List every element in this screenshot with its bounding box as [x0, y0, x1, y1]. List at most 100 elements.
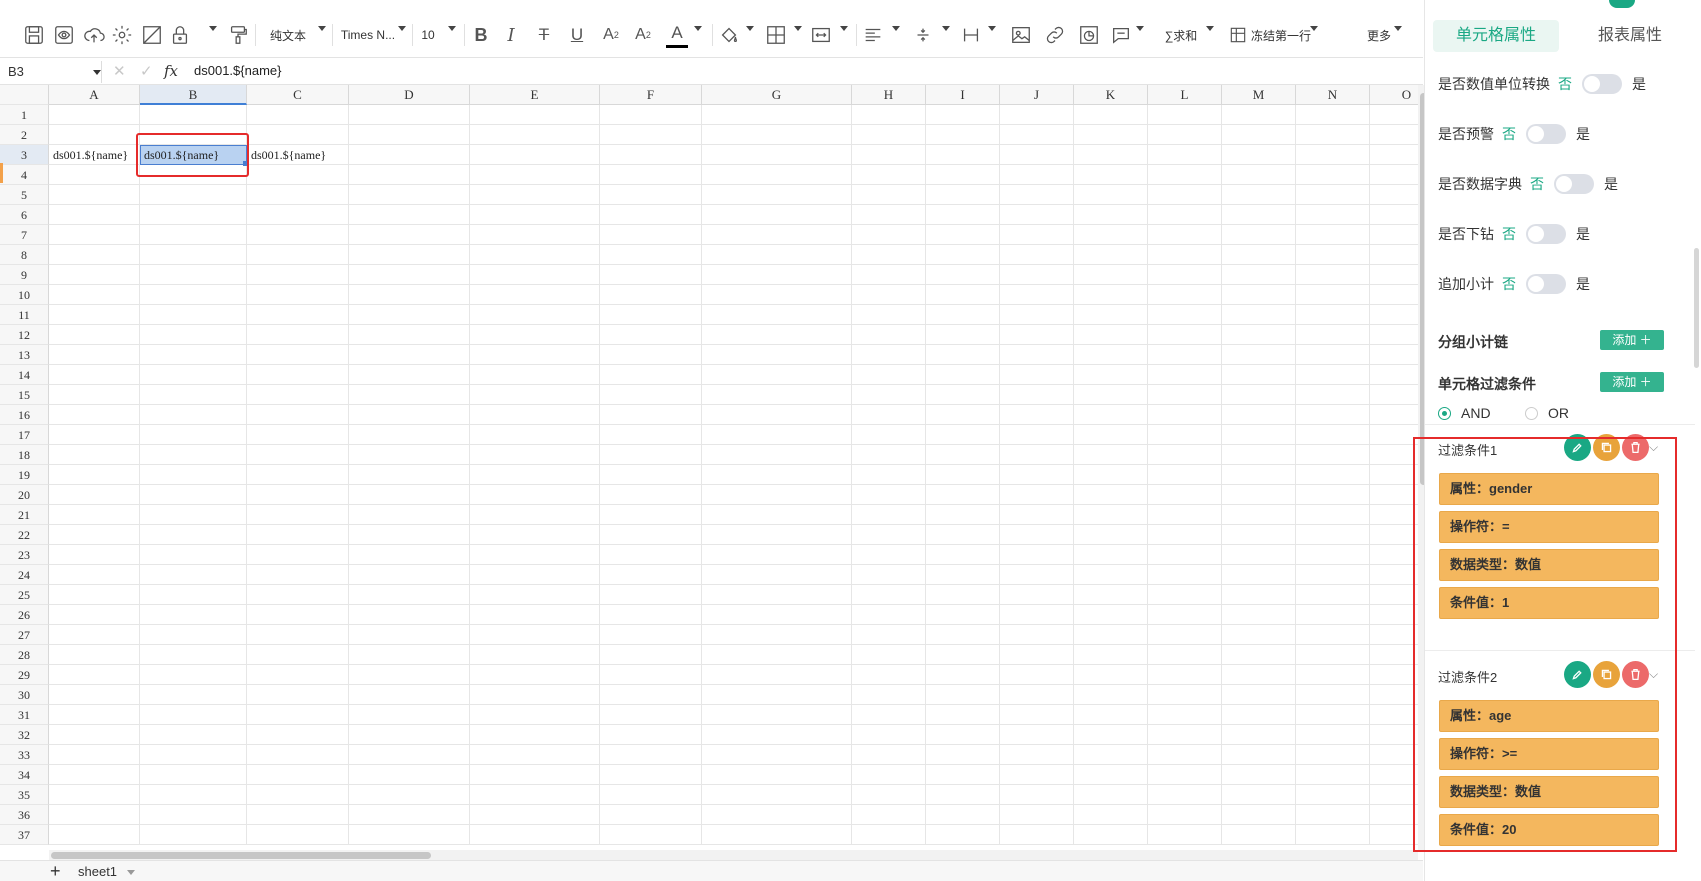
chevron-down-icon[interactable] [988, 26, 996, 31]
select-all-corner[interactable] [0, 85, 49, 105]
chevron-down-icon[interactable] [1394, 26, 1402, 31]
column-header[interactable]: D [349, 85, 470, 105]
row-header[interactable]: 7 [0, 225, 49, 245]
format-painter-icon[interactable] [226, 20, 250, 50]
row-header[interactable]: 32 [0, 725, 49, 745]
italic-icon[interactable]: I [500, 20, 522, 50]
chevron-down-icon[interactable] [694, 26, 702, 31]
row-header[interactable]: 26 [0, 605, 49, 625]
column-header[interactable]: N [1296, 85, 1370, 105]
comment-icon[interactable] [1110, 20, 1132, 50]
font-name-select[interactable]: Times N... [338, 20, 398, 50]
row-header[interactable]: 21 [0, 505, 49, 525]
link-icon[interactable] [1044, 20, 1066, 50]
chevron-down-icon[interactable] [127, 870, 135, 875]
column-header[interactable]: K [1074, 85, 1148, 105]
column-header[interactable]: C [247, 85, 349, 105]
dictionary-toggle[interactable] [1554, 174, 1594, 194]
text-wrap-icon[interactable] [960, 20, 982, 50]
row-header[interactable]: 24 [0, 565, 49, 585]
warning-toggle[interactable] [1526, 124, 1566, 144]
row-header[interactable]: 9 [0, 265, 49, 285]
add-filter-condition-button[interactable]: 添加 ＋ [1600, 372, 1664, 392]
row-header[interactable]: 35 [0, 785, 49, 805]
gear-icon[interactable] [110, 20, 134, 50]
logic-or-radio[interactable]: OR [1525, 405, 1569, 421]
column-header[interactable]: F [600, 85, 702, 105]
name-box[interactable]: B3 [4, 61, 102, 83]
row-header[interactable]: 3 [0, 145, 49, 165]
save-icon[interactable] [22, 20, 46, 50]
row-header[interactable]: 27 [0, 625, 49, 645]
bold-icon[interactable]: B [470, 20, 492, 50]
superscript-icon[interactable]: A2 [632, 20, 654, 50]
row-header[interactable]: 31 [0, 705, 49, 725]
cancel-icon[interactable]: ✕ [113, 62, 126, 80]
add-sheet-button[interactable]: + [50, 861, 61, 881]
subscript-icon[interactable]: A2 [600, 20, 622, 50]
fx-icon[interactable]: fx [164, 62, 178, 80]
preview-icon[interactable] [52, 20, 76, 50]
radio-dot[interactable] [1525, 406, 1538, 420]
upload-cloud-icon[interactable] [82, 20, 106, 50]
column-header[interactable]: A [49, 85, 140, 105]
row-header[interactable]: 1 [0, 105, 49, 125]
row-header[interactable]: 36 [0, 805, 49, 825]
row-header[interactable]: 13 [0, 345, 49, 365]
merge-cells-icon[interactable] [810, 20, 832, 50]
sheet-tab[interactable]: sheet1 [70, 861, 125, 881]
row-header[interactable]: 29 [0, 665, 49, 685]
row-header[interactable]: 8 [0, 245, 49, 265]
row-header[interactable]: 12 [0, 325, 49, 345]
row-header[interactable]: 14 [0, 365, 49, 385]
chevron-down-icon[interactable] [209, 26, 217, 31]
row-header[interactable]: 2 [0, 125, 49, 145]
column-header[interactable]: B [140, 85, 247, 105]
freeze-first-row-button[interactable]: 冻结第一行 [1250, 20, 1312, 50]
chevron-down-icon[interactable] [746, 26, 754, 31]
row-header[interactable]: 19 [0, 465, 49, 485]
row-header[interactable]: 33 [0, 745, 49, 765]
row-header[interactable]: 17 [0, 425, 49, 445]
chart-icon[interactable] [1078, 20, 1100, 50]
chevron-down-icon[interactable] [448, 26, 456, 31]
sum-button[interactable]: ∑求和 [1158, 20, 1204, 50]
clear-format-icon[interactable] [140, 20, 164, 50]
row-header[interactable]: 22 [0, 525, 49, 545]
chevron-down-icon[interactable] [840, 26, 848, 31]
spreadsheet-grid[interactable]: A B C D E F G H I J K L M N O 1 2 3 4 5 6 7 8 9 10 11 12 13 14 15 16 17… [0, 85, 1423, 850]
row-header[interactable]: 28 [0, 645, 49, 665]
column-header[interactable]: M [1222, 85, 1296, 105]
chevron-down-icon[interactable] [1310, 26, 1318, 31]
chevron-down-icon[interactable] [794, 26, 802, 31]
drilldown-toggle[interactable] [1526, 224, 1566, 244]
logic-and-radio[interactable]: AND [1438, 405, 1491, 421]
subtotal-toggle[interactable] [1526, 274, 1566, 294]
row-header[interactable]: 20 [0, 485, 49, 505]
row-header[interactable]: 34 [0, 765, 49, 785]
chevron-down-icon[interactable] [1206, 26, 1214, 31]
unit-conversion-toggle[interactable] [1582, 74, 1622, 94]
row-header[interactable]: 18 [0, 445, 49, 465]
row-header[interactable]: 5 [0, 185, 49, 205]
font-size-select[interactable]: 10 [418, 20, 438, 50]
freeze-icon[interactable] [1228, 20, 1248, 50]
column-header[interactable]: L [1148, 85, 1222, 105]
chevron-down-icon[interactable] [318, 26, 326, 31]
border-icon[interactable] [765, 20, 787, 50]
horizontal-scrollbar[interactable] [49, 850, 1418, 860]
row-header[interactable]: 23 [0, 545, 49, 565]
scroll-thumb[interactable] [51, 852, 431, 859]
cell-c3[interactable]: ds001.${name} [251, 145, 326, 165]
vertical-align-icon[interactable] [912, 20, 934, 50]
row-header[interactable]: 37 [0, 825, 49, 845]
chevron-down-icon[interactable] [93, 70, 101, 75]
underline-icon[interactable]: U [566, 20, 588, 50]
tab-report-properties[interactable]: 报表属性 [1567, 20, 1693, 52]
column-header[interactable]: G [702, 85, 852, 105]
chevron-down-icon[interactable] [942, 26, 950, 31]
chevron-down-icon[interactable] [398, 26, 406, 31]
text-format-select[interactable]: 纯文本 [268, 20, 308, 50]
chevron-down-icon[interactable] [892, 26, 900, 31]
align-left-icon[interactable] [862, 20, 884, 50]
